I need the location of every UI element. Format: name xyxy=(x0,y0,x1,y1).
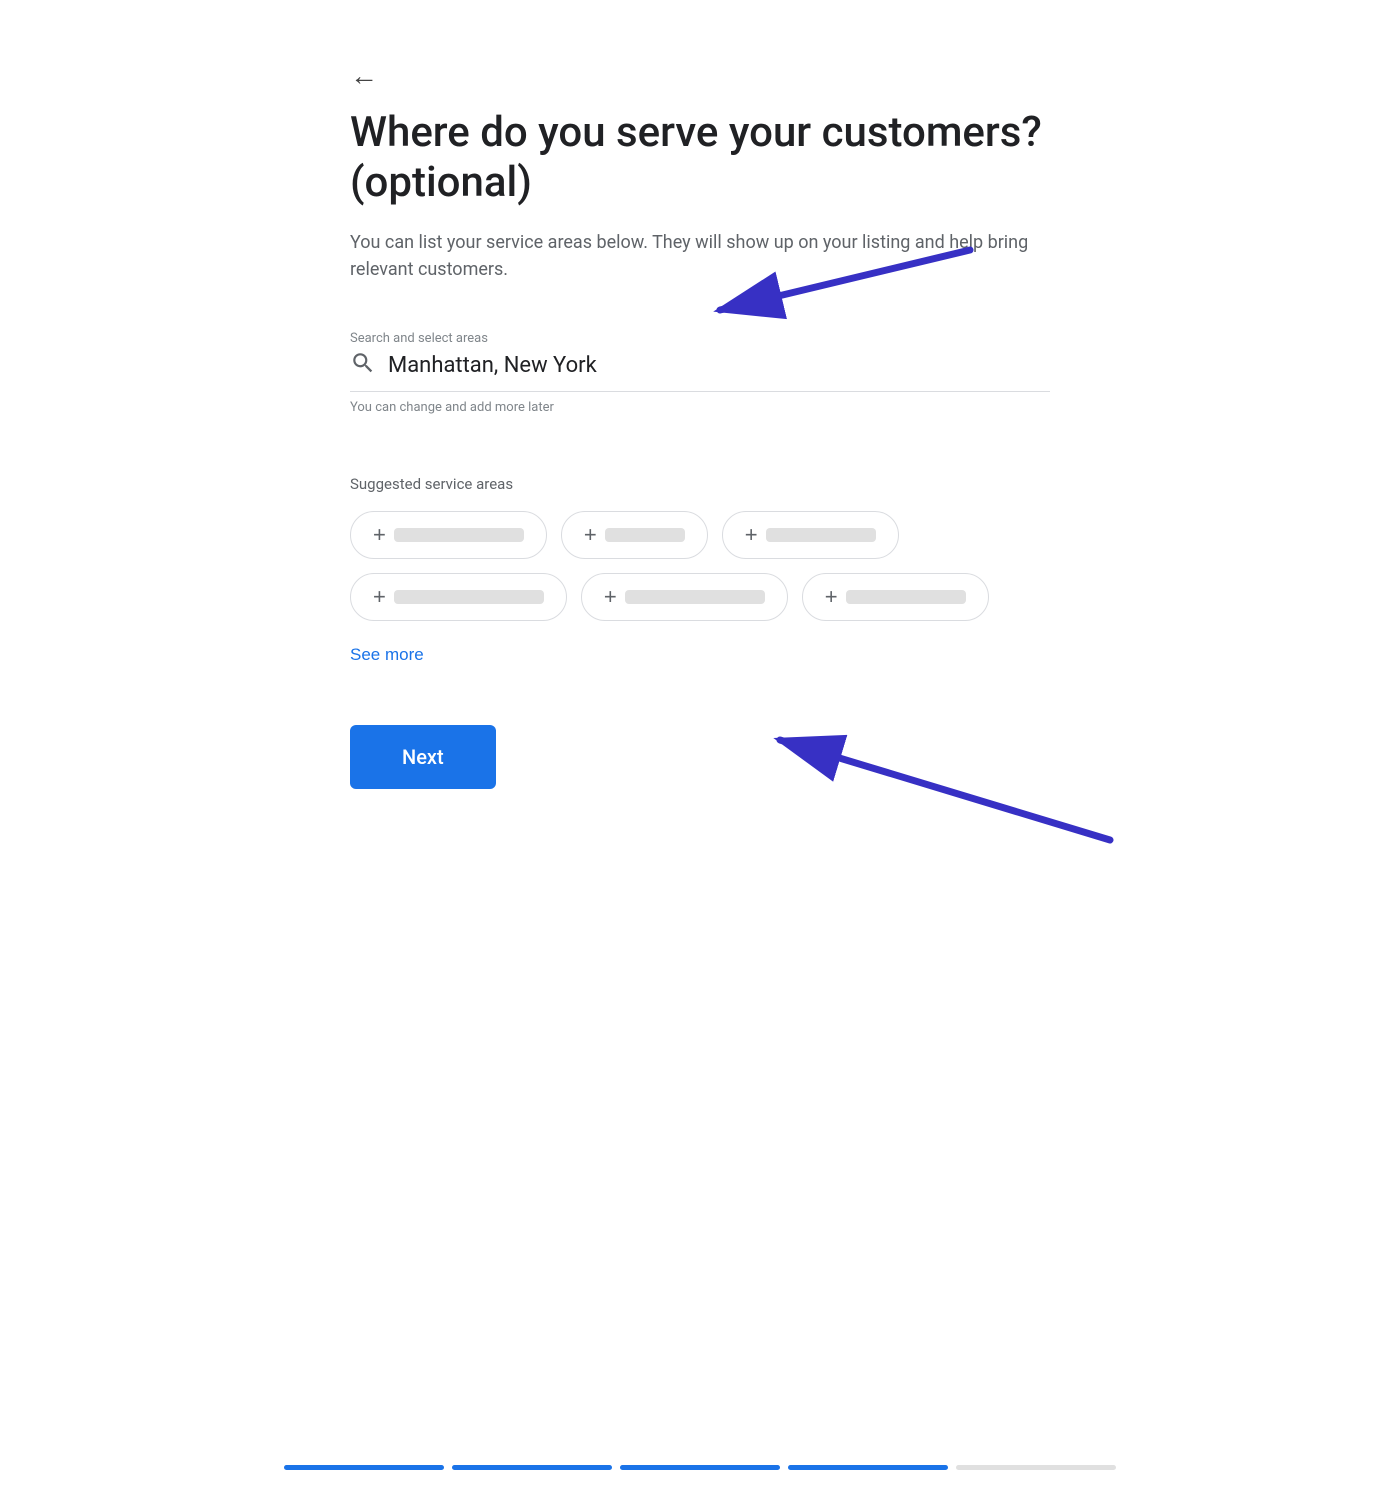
chips-grid: + + + + + + xyxy=(350,511,1050,621)
chip-label xyxy=(846,590,966,604)
search-input-row xyxy=(350,350,1050,392)
chip-plus-icon: + xyxy=(604,586,617,608)
page-subtitle: You can list your service areas below. T… xyxy=(350,229,1050,283)
chip-6[interactable]: + xyxy=(802,573,989,621)
chip-plus-icon: + xyxy=(373,586,386,608)
search-section: Search and select areas You can change a… xyxy=(350,331,1050,415)
progress-bar-row xyxy=(0,1465,1400,1500)
suggested-section: Suggested service areas + + + + + xyxy=(350,475,1050,725)
chip-3[interactable]: + xyxy=(722,511,899,559)
suggested-label: Suggested service areas xyxy=(350,475,1050,493)
next-button[interactable]: Next xyxy=(350,725,496,789)
page-container: ← Where do you serve your customers? (op… xyxy=(290,0,1110,909)
chip-label xyxy=(625,590,765,604)
chip-label xyxy=(605,528,685,542)
progress-segment-2 xyxy=(452,1465,612,1470)
chip-2[interactable]: + xyxy=(561,511,708,559)
back-button[interactable]: ← xyxy=(350,60,378,92)
chip-label xyxy=(394,528,524,542)
chip-plus-icon: + xyxy=(825,586,838,608)
search-icon xyxy=(350,350,376,381)
chip-1[interactable]: + xyxy=(350,511,547,559)
progress-segment-3 xyxy=(620,1465,780,1470)
chip-5[interactable]: + xyxy=(581,573,788,621)
search-label: Search and select areas xyxy=(350,331,1050,346)
chip-plus-icon: + xyxy=(584,524,597,546)
progress-segment-5 xyxy=(956,1465,1116,1470)
search-hint: You can change and add more later xyxy=(350,400,1050,415)
chip-label xyxy=(766,528,876,542)
progress-segment-1 xyxy=(284,1465,444,1470)
see-more-button[interactable]: See more xyxy=(350,645,424,665)
chip-plus-icon: + xyxy=(745,524,758,546)
chip-label xyxy=(394,590,544,604)
chip-plus-icon: + xyxy=(373,524,386,546)
progress-segment-4 xyxy=(788,1465,948,1470)
page-title: Where do you serve your customers? (opti… xyxy=(350,108,1050,209)
search-input[interactable] xyxy=(388,353,1050,378)
chip-4[interactable]: + xyxy=(350,573,567,621)
back-arrow-icon: ← xyxy=(350,60,378,92)
